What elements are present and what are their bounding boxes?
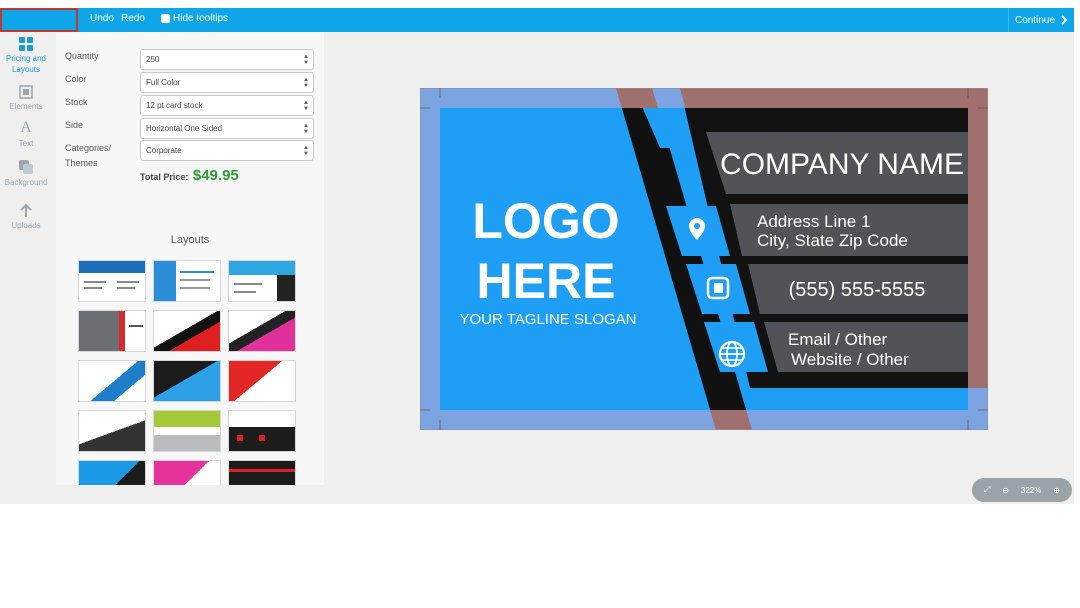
stock-label: Stock — [65, 97, 88, 107]
rail-item-pricing[interactable]: Pricing and Layouts — [0, 37, 52, 75]
quantity-select[interactable]: 250 ▲ ▼ — [140, 49, 314, 70]
color-value: Full Color — [146, 78, 181, 87]
layout-thumbnail[interactable] — [78, 310, 146, 352]
card-tagline[interactable]: YOUR TAGLINE SLOGAN — [460, 311, 637, 328]
card-logo-line2[interactable]: HERE — [477, 253, 616, 309]
rail-label-background: Background — [4, 178, 48, 187]
fit-screen-icon[interactable]: ⤢ — [984, 485, 990, 495]
select-arrows-icon: ▲ ▼ — [303, 100, 309, 112]
rail-label-pricing: Pricing and Layouts — [5, 54, 47, 74]
layout-thumbnail[interactable] — [78, 460, 146, 485]
zoom-control: ⤢ ⊖ 322% ⊕ — [972, 478, 1072, 502]
categories-select[interactable]: Corporate ▲ ▼ — [140, 140, 314, 161]
layout-thumbnail[interactable] — [153, 260, 221, 302]
color-select[interactable]: Full Color ▲ ▼ — [140, 72, 314, 93]
select-arrows-icon: ▲ ▼ — [303, 54, 309, 66]
pricing-panel: Quantity 250 ▲ ▼ Color Full Color ▲ ▼ Stoc… — [56, 32, 324, 485]
layout-thumbnail[interactable] — [228, 260, 296, 302]
rail-item-text[interactable]: A Text — [0, 120, 52, 149]
categories-value: Corporate — [146, 146, 182, 155]
elements-icon — [19, 85, 33, 99]
card-website[interactable]: Website / Other — [791, 350, 909, 369]
select-arrows-icon: ▲ ▼ — [303, 77, 309, 89]
grid-icon — [19, 37, 33, 51]
rail-label-text: Text — [18, 139, 34, 148]
layout-thumbnail[interactable] — [153, 460, 221, 485]
upload-icon — [20, 204, 32, 217]
layout-thumbnail[interactable] — [153, 310, 221, 352]
business-card-artwork: LOGO HERE YOUR TAGLINE SLOGAN COMPANY NA… — [419, 87, 989, 431]
total-price: Total Price: $49.95 — [140, 167, 239, 184]
rail-item-uploads[interactable]: Uploads — [0, 204, 52, 231]
card-phone[interactable]: (555) 555-5555 — [789, 279, 926, 301]
rail-label-elements: Elements — [9, 102, 43, 111]
rail-item-background[interactable]: Background — [0, 159, 52, 188]
rail-item-elements[interactable]: Elements — [0, 85, 52, 112]
select-arrows-icon: ▲ ▼ — [303, 145, 309, 157]
continue-button[interactable]: Continue — [1008, 8, 1074, 32]
hide-tooltips-label[interactable]: Hide tooltips — [173, 13, 228, 24]
side-label: Side — [65, 120, 84, 130]
text-icon: A — [20, 119, 32, 136]
business-card[interactable]: LOGO HERE YOUR TAGLINE SLOGAN COMPANY NA… — [419, 87, 989, 431]
undo-button[interactable]: Undo — [90, 13, 114, 24]
card-company-name[interactable]: COMPANY NAME — [720, 148, 964, 181]
layout-thumbnail[interactable] — [78, 260, 146, 302]
layout-thumbnail[interactable] — [78, 410, 146, 452]
total-price-label: Total Price: — [140, 172, 189, 182]
side-select[interactable]: Horizontal One Sided ▲ ▼ — [140, 118, 314, 139]
stock-select[interactable]: 12 pt card stock ▲ ▼ — [140, 95, 314, 116]
card-logo-line1[interactable]: LOGO — [472, 193, 619, 249]
redo-button[interactable]: Redo — [121, 13, 145, 24]
side-value: Horizontal One Sided — [146, 124, 223, 133]
select-arrows-icon: ▲ ▼ — [303, 123, 309, 135]
chevron-right-icon — [1061, 15, 1068, 25]
quantity-value: 250 — [146, 55, 160, 64]
layout-thumbnail[interactable] — [228, 310, 296, 352]
quantity-label: Quantity — [65, 51, 99, 61]
rail-label-uploads: Uploads — [11, 221, 41, 230]
total-price-value: $49.95 — [192, 167, 239, 184]
layout-thumbnail[interactable] — [228, 410, 296, 452]
background-icon — [19, 160, 33, 174]
layout-thumbnail[interactable] — [153, 410, 221, 452]
tool-rail: Pricing and Layouts Elements A Text Back… — [0, 32, 56, 504]
zoom-in-icon[interactable]: ⊕ — [1053, 486, 1060, 495]
layout-thumbnail[interactable] — [228, 460, 296, 485]
card-address-line1[interactable]: Address Line 1 — [757, 212, 870, 231]
continue-label: Continue — [1014, 14, 1056, 26]
card-email[interactable]: Email / Other — [788, 330, 888, 349]
app-logo[interactable] — [0, 8, 78, 32]
zoom-level: 322% — [1020, 485, 1042, 495]
top-toolbar: Undo Redo Hide tooltips Continue — [0, 8, 1074, 32]
layout-thumbnail[interactable] — [153, 360, 221, 402]
layout-thumbnails — [78, 260, 296, 485]
layout-thumbnail[interactable] — [78, 360, 146, 402]
layout-thumbnail[interactable] — [228, 360, 296, 402]
layouts-title: Layouts — [170, 234, 210, 246]
color-label: Color — [65, 74, 87, 84]
zoom-out-icon[interactable]: ⊖ — [1002, 486, 1009, 495]
hide-tooltips-checkbox[interactable] — [161, 14, 170, 23]
stock-value: 12 pt card stock — [146, 101, 203, 110]
categories-label: Categories/ Themes — [65, 143, 112, 168]
card-address-line2[interactable]: City, State Zip Code — [757, 231, 908, 250]
